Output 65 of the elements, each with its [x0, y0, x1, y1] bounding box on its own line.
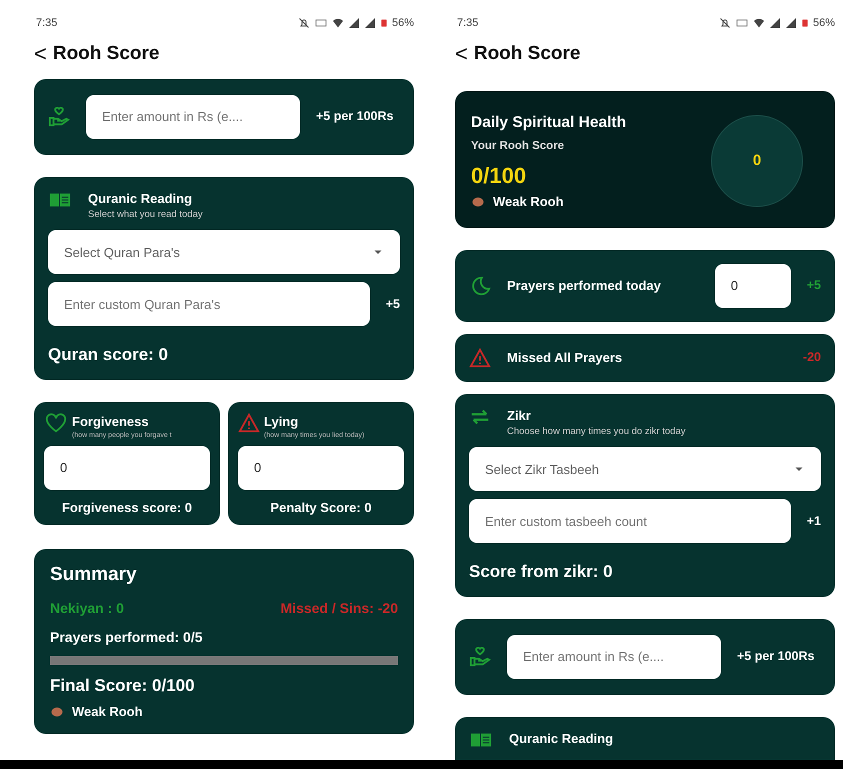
card-subtitle: Choose how many times you do zikr today	[507, 425, 686, 439]
mute-icon	[718, 17, 731, 29]
warning-icon	[469, 346, 491, 368]
bonus-note: +1	[806, 512, 821, 530]
score-label: Your Rooh Score	[471, 138, 566, 154]
gains-text: Nekiyan : 0	[50, 598, 124, 618]
signal-icon	[784, 17, 797, 29]
status-dot-icon	[471, 196, 485, 208]
score-text: Penalty Score: 0	[269, 498, 373, 517]
amount-field[interactable]: Enter amount in Rs (e....	[86, 94, 300, 138]
battery-icon	[800, 17, 809, 29]
card-title: Lying	[264, 412, 300, 431]
card-title: Quranic Reading	[509, 730, 614, 748]
dropdown-field[interactable]: Select Zikr Tasbeeh	[469, 447, 821, 492]
screen-title: Rooh Score	[52, 42, 160, 66]
dropdown-field[interactable]: Select Quran Para's	[48, 230, 400, 274]
card-title: Quranic Reading	[88, 190, 194, 208]
card-title: Daily Spiritual Health	[471, 112, 626, 132]
screen-title: Rooh Score	[474, 42, 580, 66]
back-button[interactable]: <	[34, 43, 47, 66]
hand-heart-icon	[469, 646, 491, 668]
card-title: Zikr	[507, 406, 532, 424]
count-field[interactable]: Enter custom tasbeeh count	[469, 499, 791, 544]
count-field[interactable]: 0	[238, 446, 404, 490]
row-label: Prayers performed today	[507, 276, 662, 295]
hand-heart-icon	[48, 106, 70, 128]
row-label: Missed All Prayers	[507, 348, 624, 367]
warning-icon	[238, 412, 260, 434]
status-text: Weak Rooh	[72, 703, 143, 722]
bonus-note: +5 per 100Rs	[737, 648, 814, 666]
moon-icon	[469, 274, 491, 296]
count-field[interactable]: 0	[44, 446, 210, 490]
battery-level: 56%	[392, 16, 414, 31]
card-title: Forgiveness	[72, 412, 150, 431]
bonus-note: +5 per 100Rs	[316, 108, 394, 126]
wifi-icon	[332, 17, 344, 29]
count-field[interactable]: 0	[714, 264, 791, 308]
losses-text: Missed / Sins: -20	[280, 598, 398, 618]
score-text: Score from zikr: 0	[469, 561, 614, 584]
status-text: Weak Rooh	[493, 193, 564, 211]
amount-field[interactable]: Enter amount in Rs (e....	[507, 634, 721, 679]
clock-time: 7:35	[36, 16, 58, 31]
score-text: Quran score: 0	[48, 344, 169, 366]
bonus-note: +5	[386, 296, 400, 313]
prayers-text: Prayers performed: 0/5	[50, 628, 204, 647]
count-field[interactable]: Enter custom Quran Para's	[48, 282, 370, 326]
score-value: 0/100	[471, 162, 528, 190]
card-subtitle: Select what you read today	[88, 208, 203, 222]
bonus-note: +5	[806, 277, 821, 294]
signal-icon	[348, 17, 360, 29]
wifi-icon	[752, 17, 765, 29]
clock-time: 7:35	[457, 16, 478, 31]
card-title: Summary	[50, 563, 138, 588]
battery-level: 56%	[812, 16, 835, 31]
signal-icon	[364, 17, 376, 29]
heart-icon	[44, 412, 68, 434]
mute-icon	[298, 17, 310, 29]
bonus-note: -20	[802, 349, 821, 366]
battery-icon	[380, 17, 388, 29]
gauge-value: 0	[752, 150, 762, 171]
status-dot-icon	[50, 706, 64, 718]
signal-icon	[768, 17, 781, 29]
score-text: Forgiveness score: 0	[60, 498, 194, 517]
final-score: Final Score: 0/100	[50, 674, 196, 697]
back-button[interactable]: <	[455, 43, 468, 66]
